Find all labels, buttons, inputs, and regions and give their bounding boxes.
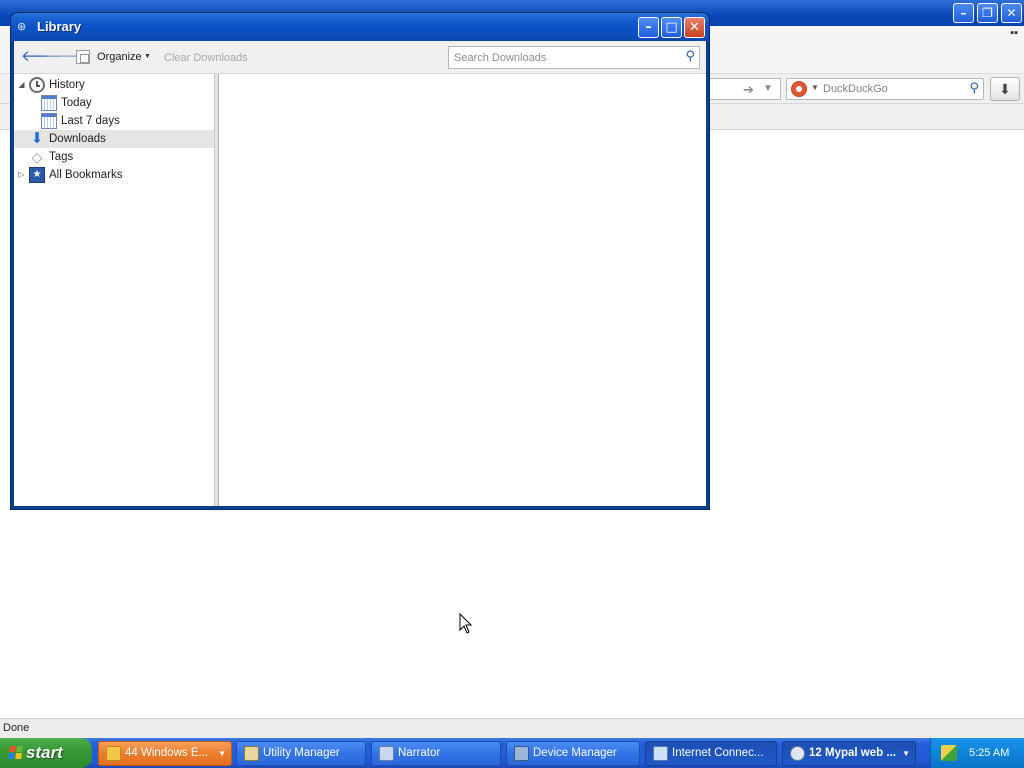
duckduckgo-icon[interactable] — [791, 81, 807, 97]
chevron-down-icon: ▼ — [218, 749, 226, 758]
organize-dropdown-icon[interactable]: ▼ — [144, 53, 151, 60]
download-arrow-icon: ⬇ — [30, 130, 44, 147]
search-engine-placeholder: DuckDuckGo — [823, 83, 888, 95]
browser-minimize-button[interactable]: – — [953, 3, 974, 23]
tree-item-tags[interactable]: ◇ Tags — [14, 148, 214, 166]
search-downloads-input[interactable] — [449, 47, 673, 68]
forward-arrow-icon[interactable]: 🡒 — [45, 47, 85, 67]
clear-downloads-button[interactable]: Clear Downloads — [164, 52, 248, 64]
tree-item-history[interactable]: ◢ History — [14, 76, 214, 94]
taskbar-button-label: Narrator — [398, 747, 441, 759]
library-toolbar: 🡐 🡒 Organize ▼ Clear Downloads ⚲ — [14, 41, 706, 74]
tree-item-label: Downloads — [49, 133, 106, 145]
tree-item-all-bookmarks[interactable]: ▷ ★ All Bookmarks — [14, 166, 214, 184]
chevron-down-icon: ▼ — [902, 749, 910, 758]
clock[interactable]: 5:25 AM — [969, 738, 1009, 768]
windows-logo-icon — [8, 746, 24, 760]
taskbar-button-narrator[interactable]: Narrator — [371, 741, 501, 766]
library-tree: ◢ History Today Last 7 days ⬇ Downloads … — [14, 74, 214, 506]
apps-grid-icon[interactable]: ▪▪ — [1010, 27, 1018, 39]
narrator-icon — [379, 746, 394, 761]
taskbar-button-label: Device Manager — [533, 747, 617, 759]
address-bar[interactable]: ➔ ▼ — [709, 78, 781, 100]
folder-icon — [106, 746, 121, 761]
expand-twisty-icon[interactable]: ▷ — [17, 166, 26, 184]
browser-search-box[interactable]: ▼ DuckDuckGo ⚲ — [786, 78, 984, 100]
utility-manager-icon — [244, 746, 259, 761]
taskbar-button-label: 12 Mypal web ... — [809, 747, 896, 759]
device-manager-icon — [514, 746, 529, 761]
taskbar-button-label: Utility Manager — [263, 747, 340, 759]
library-window: ⊛ Library – □ ✕ 🡐 🡒 Organize ▼ Clear Dow… — [10, 12, 710, 510]
minimize-button[interactable]: – — [638, 17, 659, 38]
window-title: Library — [37, 19, 82, 34]
calendar-icon — [41, 113, 57, 129]
maximize-button[interactable]: □ — [661, 17, 682, 38]
history-dropdown-icon[interactable]: ▼ — [763, 83, 773, 94]
taskbar-button-label: 44 Windows E... — [125, 747, 209, 759]
back-arrow-icon[interactable]: 🡐 — [21, 47, 61, 67]
tag-icon: ◇ — [31, 149, 43, 165]
close-button[interactable]: ✕ — [684, 17, 705, 38]
search-icon[interactable]: ⚲ — [685, 48, 695, 64]
calendar-icon — [41, 95, 57, 111]
browser-close-button[interactable]: ✕ — [1001, 3, 1022, 23]
start-button[interactable]: start — [0, 738, 92, 768]
clock-icon — [29, 77, 45, 93]
organize-icon[interactable] — [76, 50, 90, 64]
organize-label: Organize — [97, 51, 142, 63]
taskbar-button-label: Internet Connec... — [672, 747, 764, 759]
downloads-list[interactable] — [219, 74, 706, 506]
tree-item-last-7-days[interactable]: Last 7 days — [14, 112, 214, 130]
library-body: 🡐 🡒 Organize ▼ Clear Downloads ⚲ ◢ Histo… — [14, 41, 706, 506]
taskbar: start 44 Windows E... ▼ Utility Manager … — [0, 738, 1024, 768]
downloads-button[interactable]: ⬇ — [990, 77, 1020, 101]
mouse-cursor-icon — [459, 613, 473, 634]
bookmarks-star-icon: ★ — [29, 167, 45, 183]
mypal-app-icon[interactable]: ⊛ — [17, 20, 33, 34]
search-icon[interactable]: ⚲ — [969, 80, 979, 96]
tree-item-label: Last 7 days — [61, 115, 120, 127]
mypal-icon — [790, 746, 805, 761]
search-downloads-box[interactable]: ⚲ — [448, 46, 700, 69]
library-titlebar[interactable]: ⊛ Library – □ ✕ — [11, 13, 709, 41]
status-text: Done — [3, 722, 30, 734]
tree-item-label: History — [49, 79, 85, 91]
network-wizard-icon — [653, 746, 668, 761]
system-tray: 5:25 AM — [930, 738, 1024, 768]
security-shield-icon[interactable] — [941, 745, 957, 761]
browser-restore-button[interactable]: ❐ — [977, 3, 998, 23]
tree-item-downloads[interactable]: ⬇ Downloads — [14, 130, 214, 148]
taskbar-button-internet-connection[interactable]: Internet Connec... — [645, 741, 777, 766]
taskbar-button-windows-explorer[interactable]: 44 Windows E... ▼ — [98, 741, 232, 766]
chevron-down-icon[interactable]: ▼ — [811, 83, 819, 92]
tree-item-today[interactable]: Today — [14, 94, 214, 112]
tree-item-label: Today — [61, 97, 92, 109]
status-bar: Done — [0, 718, 1024, 738]
collapse-twisty-icon[interactable]: ◢ — [17, 76, 26, 94]
taskbar-button-device-manager[interactable]: Device Manager — [506, 741, 640, 766]
tree-item-label: Tags — [49, 151, 74, 163]
taskbar-button-mypal[interactable]: 12 Mypal web ... ▼ — [782, 741, 916, 766]
taskbar-button-utility-manager[interactable]: Utility Manager — [236, 741, 366, 766]
organize-menu-button[interactable]: Organize — [97, 51, 142, 63]
go-arrow-icon[interactable]: ➔ — [743, 82, 754, 98]
tree-item-label: All Bookmarks — [49, 169, 123, 181]
start-label: start — [26, 743, 63, 762]
